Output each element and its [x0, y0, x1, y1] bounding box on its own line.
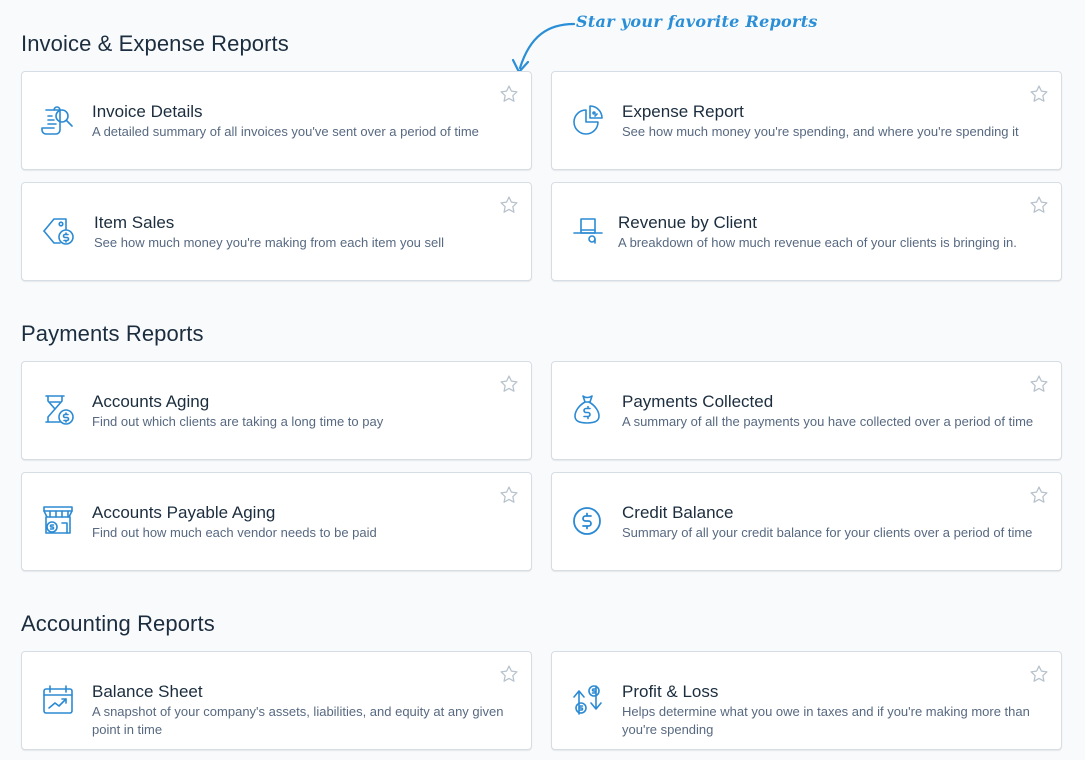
section-title-payments: Payments Reports — [21, 321, 204, 346]
favorite-star-icon[interactable] — [1029, 664, 1049, 684]
report-card-accounts-payable-aging[interactable]: Accounts Payable Aging Find out how much… — [21, 472, 532, 571]
report-card-description: Find out how much each vendor needs to b… — [92, 525, 377, 540]
report-card-profit-loss[interactable]: Profit & Loss Helps determine what you o… — [551, 651, 1062, 750]
favorite-star-icon[interactable] — [499, 664, 519, 684]
report-card-description: A detailed summary of all invoices you'v… — [92, 124, 479, 139]
section-title-invoice-expense: Invoice & Expense Reports — [21, 31, 289, 56]
favorite-star-icon[interactable] — [499, 485, 519, 505]
favorite-star-icon[interactable] — [1029, 485, 1049, 505]
report-card-description: Summary of all your credit balance for y… — [622, 525, 1033, 540]
favorite-callout-text: Star your favorite Reports — [576, 12, 818, 31]
price-tag-icon — [40, 213, 76, 249]
report-card-title: Profit & Loss — [622, 682, 719, 701]
report-card-title: Invoice Details — [92, 102, 203, 121]
pie-chart-icon — [570, 102, 606, 138]
favorite-star-icon[interactable] — [499, 195, 519, 215]
callout-arrow-icon — [511, 22, 576, 74]
report-card-revenue-by-client[interactable]: Revenue by Client A breakdown of how muc… — [551, 182, 1062, 281]
storefront-icon — [40, 503, 76, 539]
report-card-credit-balance[interactable]: Credit Balance Summary of all your credi… — [551, 472, 1062, 571]
top-hat-icon — [570, 213, 606, 249]
report-card-description: See how much money you're spending, and … — [622, 124, 1019, 139]
report-card-title: Revenue by Client — [618, 213, 757, 232]
report-card-title: Credit Balance — [622, 503, 734, 522]
report-card-item-sales[interactable]: Item Sales See how much money you're mak… — [21, 182, 532, 281]
report-card-payments-collected[interactable]: Payments Collected A summary of all the … — [551, 361, 1062, 460]
invoice-search-icon — [40, 102, 76, 138]
favorite-star-icon[interactable] — [1029, 84, 1049, 104]
report-card-description: Helps determine what you owe in taxes an… — [622, 704, 1030, 737]
section-title-accounting: Accounting Reports — [21, 611, 215, 636]
report-card-title: Payments Collected — [622, 392, 774, 411]
favorite-star-icon[interactable] — [1029, 374, 1049, 394]
report-card-title: Expense Report — [622, 102, 744, 121]
report-card-description: See how much money you're making from ea… — [94, 235, 445, 250]
report-card-description: A breakdown of how much revenue each of … — [618, 235, 1017, 250]
money-bag-icon — [570, 392, 606, 428]
report-card-description: Find out which clients are taking a long… — [92, 414, 384, 429]
report-card-title: Accounts Aging — [92, 392, 210, 411]
dollar-circle-icon — [570, 503, 606, 539]
report-card-title: Balance Sheet — [92, 682, 203, 701]
report-card-balance-sheet[interactable]: Balance Sheet A snapshot of your company… — [21, 651, 532, 750]
calendar-chart-icon — [40, 682, 76, 718]
report-card-title: Item Sales — [94, 213, 175, 232]
report-card-accounts-aging[interactable]: Accounts Aging Find out which clients ar… — [21, 361, 532, 460]
favorite-star-icon[interactable] — [499, 374, 519, 394]
favorite-star-icon[interactable] — [1029, 195, 1049, 215]
report-card-expense-report[interactable]: Expense Report See how much money you're… — [551, 71, 1062, 170]
profit-loss-arrows-icon — [570, 682, 606, 718]
report-card-description: A snapshot of your company's assets, lia… — [92, 704, 504, 737]
favorite-star-icon[interactable] — [499, 84, 519, 104]
report-card-title: Accounts Payable Aging — [92, 503, 276, 522]
hourglass-icon — [40, 392, 76, 428]
report-card-description: A summary of all the payments you have c… — [622, 414, 1034, 429]
report-card-invoice-details[interactable]: Invoice Details A detailed summary of al… — [21, 71, 532, 170]
